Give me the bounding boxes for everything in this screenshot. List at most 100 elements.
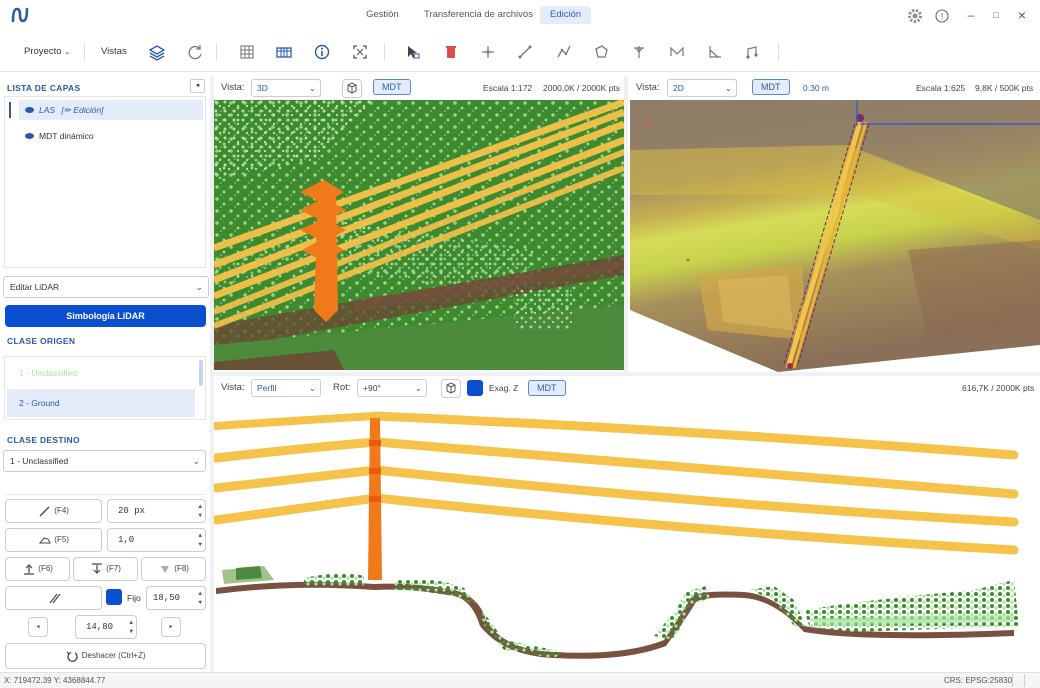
view-2d-canvas[interactable]	[628, 100, 1040, 372]
maximize-button[interactable]: □	[987, 6, 1005, 24]
svg-text:!: !	[941, 12, 944, 22]
edit-mode-select[interactable]: Editar LiDAR ⌄	[3, 276, 209, 298]
view-label: Vista:	[221, 382, 245, 393]
rotation-label: Rot:	[333, 382, 351, 393]
lidar-symbology-button[interactable]: Simbología LiDAR	[5, 305, 206, 327]
profile-tool-icon[interactable]	[741, 41, 763, 63]
layer-item-las[interactable]: LAS [✏ Edición]	[19, 100, 203, 120]
stepper-arrows-icon[interactable]: ▲ ▼	[129, 618, 133, 636]
list-item[interactable]: 1 - Unclassified	[7, 359, 195, 387]
target-class-header: CLASE DESTINO	[7, 435, 80, 445]
ground-icon	[39, 537, 51, 544]
info-icon[interactable]	[311, 41, 333, 63]
mdt-toggle-profile[interactable]: MDT	[528, 380, 566, 396]
view-3d-canvas[interactable]	[214, 100, 624, 370]
eye-icon[interactable]	[25, 133, 34, 139]
layer-item-label: MDT dinámico	[39, 131, 94, 141]
polygon-icon[interactable]	[590, 41, 612, 63]
delete-icon[interactable]	[440, 41, 462, 63]
view-2d-point-count: 9,8K / 500K pts	[975, 83, 1034, 93]
shortcut-label: (F7)	[106, 564, 121, 573]
left-panel: LISTA DE CAPAS ◂ LAS [✏ Edición] MDT din…	[0, 76, 210, 672]
refresh-icon[interactable]	[184, 41, 206, 63]
settings-gear-icon[interactable]	[906, 7, 924, 25]
list-item[interactable]: 2 - Ground	[7, 389, 195, 417]
chevron-down-icon: ⌄	[308, 383, 316, 393]
profile-point-count: 616,7K / 2000K pts	[962, 383, 1035, 393]
cube-icon[interactable]	[441, 379, 461, 398]
tower-profile	[368, 418, 382, 580]
toolbar-divider	[384, 43, 385, 61]
toolbar-divider	[216, 43, 217, 61]
f5-value-stepper[interactable]: 1,0 ▲ ▼	[107, 528, 206, 552]
tab-transferencia[interactable]: Transferencia de archivos	[414, 6, 543, 24]
brush-tool-button[interactable]: (F4)	[5, 499, 102, 523]
shortcut-label: (F6)	[38, 564, 53, 573]
chevron-down-icon: ⌄	[724, 83, 732, 93]
fixed-value-stepper[interactable]: 18,50 ▲ ▼	[146, 586, 206, 610]
brush-size-stepper[interactable]: 20 px ▲ ▼	[107, 499, 206, 523]
exag-z-checkbox[interactable]	[467, 380, 483, 396]
draw-line-icon[interactable]	[514, 41, 536, 63]
cursor-coordinates: X: 719472.39 Y: 4368844.77	[4, 676, 106, 685]
tab-edicion[interactable]: Edición	[540, 6, 592, 24]
step-value: 14,80	[86, 622, 114, 632]
smooth-tool-button[interactable]: (F8)	[141, 557, 206, 581]
step-value-stepper[interactable]: 14,80 ▲ ▼	[75, 615, 137, 639]
view-3d-mode-select[interactable]: 3D ⌄	[251, 79, 321, 97]
help-icon[interactable]: !	[934, 8, 950, 24]
stepper-arrows-icon[interactable]: ▲ ▼	[198, 531, 202, 549]
status-bar: X: 719472.39 Y: 4368844.77 CRS: EPSG:258…	[0, 672, 1040, 688]
polyline-icon[interactable]	[553, 41, 575, 63]
slice-icon	[49, 593, 60, 604]
eye-icon[interactable]	[25, 107, 34, 113]
profile-canvas[interactable]	[214, 400, 1040, 672]
app-logo-icon	[11, 7, 29, 23]
slice-tool-button[interactable]	[5, 586, 102, 610]
step-prev-button[interactable]: ◂	[28, 617, 48, 637]
terrain-2d	[630, 100, 1040, 372]
catenary-tool-icon[interactable]	[666, 41, 688, 63]
profile-mode-select[interactable]: Perfil ⌄	[251, 379, 321, 397]
fit-extent-icon[interactable]	[349, 41, 371, 63]
view-2d-header: Vista: 2D ⌄ MDT 0.30 m Escala 1:625 9,8K …	[628, 76, 1040, 100]
mdt-toggle-2d[interactable]: MDT	[752, 79, 790, 95]
cube-icon[interactable]	[342, 79, 362, 98]
minimize-button[interactable]: –	[962, 6, 980, 24]
lower-tool-button[interactable]: (F7)	[73, 557, 138, 581]
view-label: Vista:	[221, 82, 245, 93]
scrollbar[interactable]	[199, 360, 203, 386]
grid-icon[interactable]	[236, 41, 258, 63]
views-menu[interactable]: Vistas	[101, 46, 127, 57]
select-cursor-icon[interactable]	[402, 41, 424, 63]
table-icon[interactable]	[273, 41, 295, 63]
undo-button[interactable]: Deshacer (Ctrl+Z)	[5, 643, 206, 669]
layer-selection-marker	[9, 102, 11, 118]
ground-tool-button[interactable]: (F5)	[5, 528, 102, 552]
tab-gestion[interactable]: Gestión	[356, 6, 409, 24]
stepper-arrows-icon[interactable]: ▲ ▼	[198, 502, 202, 520]
project-menu[interactable]: Proyecto ⌄	[24, 46, 70, 57]
add-point-icon[interactable]	[477, 41, 499, 63]
status-divider	[1012, 674, 1013, 687]
close-button[interactable]: ×	[1013, 6, 1031, 24]
layers-icon[interactable]	[146, 41, 168, 63]
raise-tool-button[interactable]: (F6)	[5, 557, 70, 581]
rotation-select[interactable]: +90° ⌄	[357, 379, 427, 397]
stepper-arrows-icon[interactable]: ▲ ▼	[198, 589, 202, 607]
fixed-checkbox[interactable]	[106, 589, 122, 605]
project-menu-label: Proyecto	[24, 46, 62, 57]
view-2d-mode-select[interactable]: 2D ⌄	[667, 79, 737, 97]
layer-item-mdt[interactable]: MDT dinámico	[19, 126, 203, 146]
brush-icon	[39, 506, 50, 517]
shortcut-label: (F4)	[54, 506, 69, 515]
target-class-select[interactable]: 1 - Unclassified ⌄	[3, 450, 206, 472]
mdt-toggle-3d[interactable]: MDT	[373, 79, 411, 95]
chevron-down-icon: ⌄	[308, 83, 316, 93]
conductor-wires	[214, 411, 1019, 555]
tower-tool-icon[interactable]	[628, 41, 650, 63]
collapse-panel-button[interactable]: ◂	[190, 79, 205, 93]
step-next-button[interactable]: ▸	[161, 617, 181, 637]
point-cloud-profile	[214, 411, 1019, 659]
angle-measure-icon[interactable]	[704, 41, 726, 63]
